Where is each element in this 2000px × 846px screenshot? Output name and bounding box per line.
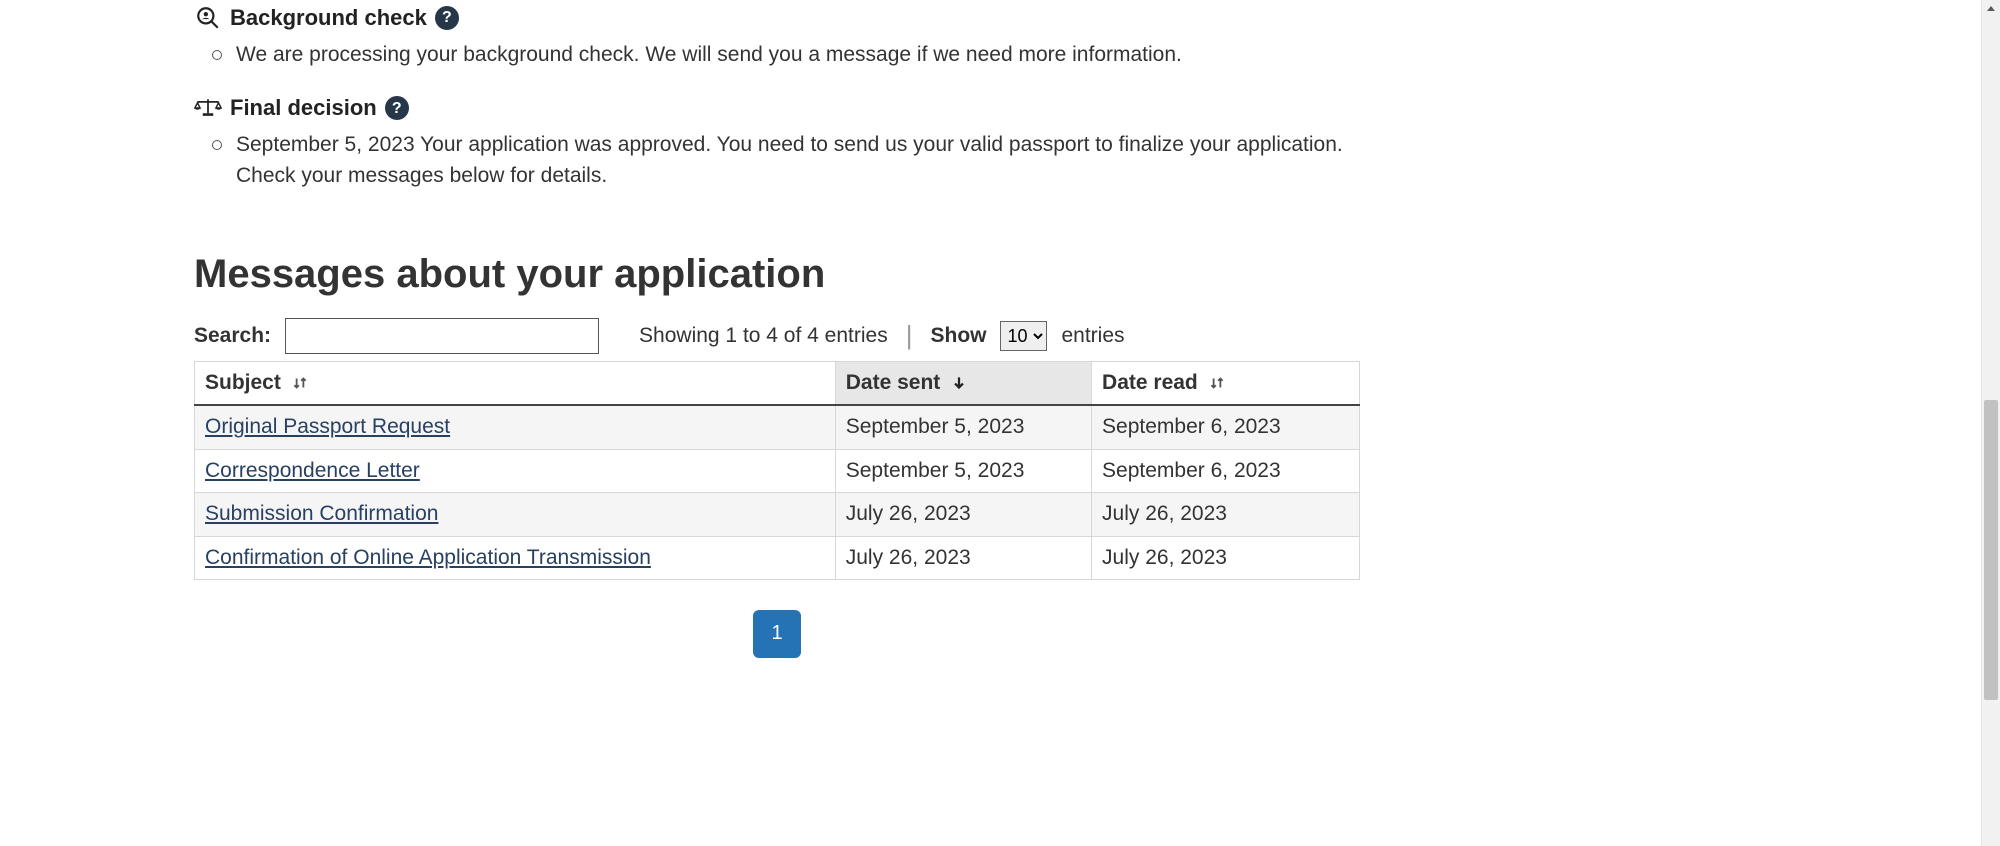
date-sent-cell: September 5, 2023 <box>835 449 1091 492</box>
table-row: Submission Confirmation July 26, 2023July… <box>195 493 1360 536</box>
date-read-cell: July 26, 2023 <box>1092 536 1360 579</box>
search-label: Search: <box>194 321 271 351</box>
messages-table: Subject Date sent <box>194 361 1360 580</box>
message-link[interactable]: Submission Confirmation <box>205 502 438 525</box>
final-decision-title: Final decision <box>230 92 377 124</box>
table-row: Confirmation of Online Application Trans… <box>195 536 1360 579</box>
showing-text: Showing 1 to 4 of 4 entries <box>639 321 888 351</box>
message-link[interactable]: Confirmation of Online Application Trans… <box>205 546 651 569</box>
message-link[interactable]: Original Passport Request <box>205 415 450 438</box>
page-button-1[interactable]: 1 <box>753 610 801 658</box>
status-item-background-check: Background check ? We are processing you… <box>194 2 1360 70</box>
date-read-cell: July 26, 2023 <box>1092 493 1360 536</box>
table-row: Correspondence Letter September 5, 2023Se… <box>195 449 1360 492</box>
search-input[interactable] <box>285 318 599 354</box>
pagination: 1 <box>194 610 1360 658</box>
help-icon[interactable]: ? <box>435 6 459 30</box>
entries-label: entries <box>1061 321 1124 351</box>
magnifier-person-icon <box>194 5 222 31</box>
divider: | <box>902 317 917 355</box>
scrollbar[interactable] <box>1981 0 2000 846</box>
date-sent-cell: July 26, 2023 <box>835 536 1091 579</box>
show-label: Show <box>930 321 986 351</box>
col-subject[interactable]: Subject <box>195 361 836 405</box>
sort-both-icon <box>291 374 309 392</box>
date-sent-cell: July 26, 2023 <box>835 493 1091 536</box>
help-icon[interactable]: ? <box>385 96 409 120</box>
scroll-up-arrow-icon[interactable] <box>1982 0 2000 18</box>
status-item-final-decision: Final decision ? September 5, 2023 Your … <box>194 92 1360 191</box>
scroll-thumb[interactable] <box>1984 400 1998 700</box>
background-check-detail: We are processing your background check.… <box>210 40 1360 70</box>
date-read-cell: September 6, 2023 <box>1092 405 1360 449</box>
col-date-sent[interactable]: Date sent <box>835 361 1091 405</box>
sort-desc-icon <box>950 374 968 392</box>
table-controls: Search: Showing 1 to 4 of 4 entries | Sh… <box>194 317 1360 355</box>
background-check-title: Background check <box>230 2 427 34</box>
final-decision-detail: September 5, 2023 Your application was a… <box>210 130 1360 191</box>
col-date-read[interactable]: Date read <box>1092 361 1360 405</box>
date-read-cell: September 6, 2023 <box>1092 449 1360 492</box>
messages-heading: Messages about your application <box>194 245 1360 303</box>
date-sent-cell: September 5, 2023 <box>835 405 1091 449</box>
scales-icon <box>194 96 222 120</box>
message-link[interactable]: Correspondence Letter <box>205 459 420 482</box>
entries-select[interactable]: 10 <box>1000 321 1047 351</box>
sort-both-icon <box>1208 374 1226 392</box>
table-row: Original Passport Request September 5, 20… <box>195 405 1360 449</box>
